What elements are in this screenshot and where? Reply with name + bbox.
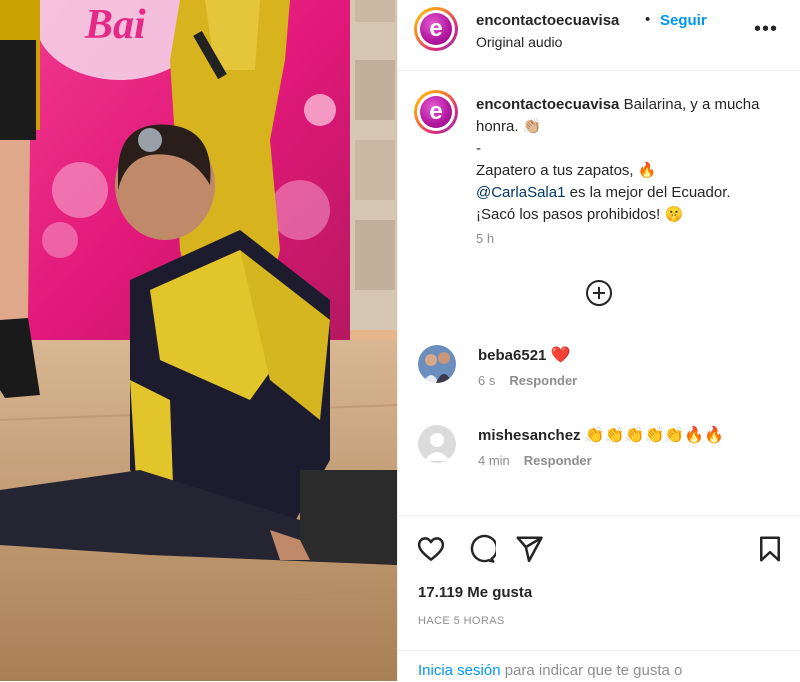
caption-text: encontactoecuavisa Bailarina, y a mucha … (476, 94, 776, 226)
separator-dot: • (645, 11, 651, 28)
comment-username: mishesanchez 👏👏👏👏👏🔥🔥 (478, 425, 724, 445)
post-header: e encontactoecuavisa • Seguir Original a… (398, 0, 800, 71)
plus-circle-icon[interactable] (586, 280, 612, 306)
post-details-panel: e encontactoecuavisa • Seguir Original a… (397, 0, 800, 681)
caption-line-4: ¡Sacó los pasos prohibidos! 🤫 (476, 206, 684, 223)
action-bar: 17.119 Me gusta HACE 5 HORAS Inicia sesi… (398, 515, 800, 682)
caption-line-3: es la mejor del Ecuador. (565, 184, 731, 201)
comment-author[interactable]: mishesanchez (478, 427, 581, 444)
comment-author[interactable]: beba6521 (478, 347, 546, 364)
comment-item: beba6521 ❤️ 6 s Responder (414, 343, 784, 393)
caption-avatar[interactable]: e (414, 90, 458, 134)
more-options-icon[interactable]: ••• (754, 18, 778, 41)
comment-avatar[interactable] (418, 345, 456, 383)
comment-avatar[interactable] (418, 425, 456, 463)
mention-link[interactable]: @CarlaSala1 (476, 184, 565, 201)
sign-text: Bai (84, 2, 146, 48)
comment-text: ❤️ (550, 347, 571, 364)
login-link[interactable]: Inicia sesión (418, 662, 501, 679)
heart-icon[interactable] (416, 534, 446, 564)
bookmark-icon[interactable] (755, 534, 785, 564)
video-frame: Bai (0, 0, 397, 681)
comment-time[interactable]: 6 s (478, 373, 495, 388)
account-username[interactable]: encontactoecuavisa (476, 12, 619, 29)
post-video[interactable]: Bai (0, 0, 397, 681)
login-rest: para indicar que te gusta o (500, 662, 683, 679)
like-count[interactable]: 17.119 Me gusta (418, 584, 532, 601)
caption-dash: - (476, 140, 481, 157)
caption-line-2: Zapatero a tus zapatos, 🔥 (476, 162, 657, 179)
reply-button[interactable]: Responder (524, 453, 592, 468)
comment-meta: 4 min Responder (478, 453, 592, 468)
reply-button[interactable]: Responder (509, 373, 577, 388)
audio-label[interactable]: Original audio (476, 34, 562, 50)
login-prompt: Inicia sesión para indicar que te gusta … (398, 650, 800, 679)
caption-timestamp[interactable]: 5 h (476, 231, 494, 246)
brand-logo-icon: e (420, 13, 452, 45)
paper-plane-icon[interactable] (514, 534, 544, 564)
brand-logo-icon: e (420, 96, 452, 128)
post-date[interactable]: HACE 5 HORAS (418, 615, 505, 627)
comment-time[interactable]: 4 min (478, 453, 510, 468)
login-prompt-text: Inicia sesión para indicar que te gusta … (418, 662, 682, 679)
comment-item: mishesanchez 👏👏👏👏👏🔥🔥 4 min Responder (414, 423, 784, 473)
comment-icon[interactable] (466, 534, 496, 564)
comment-meta: 6 s Responder (478, 373, 577, 388)
comment-username: beba6521 ❤️ (478, 345, 570, 365)
account-avatar[interactable]: e (414, 7, 458, 51)
comment-text: 👏👏👏👏👏🔥🔥 (584, 427, 725, 444)
caption-username[interactable]: encontactoecuavisa (476, 96, 619, 113)
follow-button[interactable]: Seguir (660, 12, 707, 29)
